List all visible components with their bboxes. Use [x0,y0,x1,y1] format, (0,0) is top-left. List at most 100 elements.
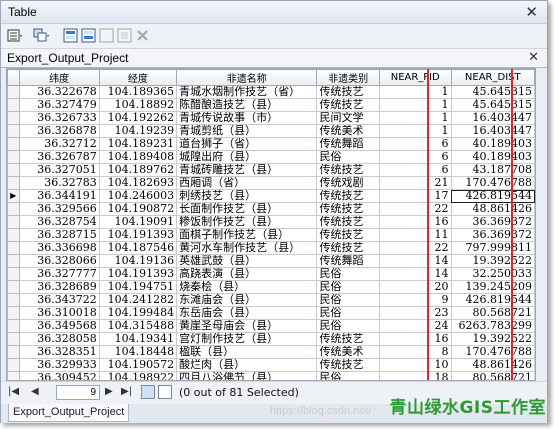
cell-near-dist[interactable]: 80.568721 [450,306,535,320]
cell-near-dist[interactable]: 426.819544 [450,293,535,307]
cell-lon[interactable]: 104.191393 [98,267,178,281]
cell-near-fid[interactable]: 16 [378,215,452,229]
clear-selection-icon[interactable] [99,28,115,43]
record-number-input[interactable] [56,385,100,400]
cell-near-dist[interactable]: 797.999811 [450,241,535,255]
row-selector[interactable] [7,202,20,216]
cell-name[interactable]: 烧秦桧（县） [176,280,318,294]
cell-near-dist[interactable]: 45.645315 [450,98,535,112]
cell-name[interactable]: 黄崖圣母庙会（县） [176,319,318,333]
cell-near-dist[interactable]: 16.403447 [450,111,535,125]
cell-category[interactable]: 传统技艺 [316,215,380,229]
cell-name[interactable]: 面棋子制作技艺（县） [176,228,318,242]
cell-lat[interactable]: 36.322678 [18,85,100,99]
first-record-button[interactable]: |◀ [8,386,19,397]
cell-lat[interactable]: 36.329933 [18,358,100,372]
cell-near-fid[interactable]: 10 [378,358,452,372]
bottom-table-tab[interactable]: Export_Output_Project [8,404,130,422]
cell-lon[interactable]: 104.18892 [98,98,178,112]
table-row[interactable]: 36.32783 104.182693 西厢调（省） 传统戏剧 21 170.476788 [7,176,535,190]
cell-category[interactable]: 民俗 [316,267,380,281]
row-selector[interactable] [7,280,20,294]
table-tab-label[interactable]: Export_Output_Project [7,51,128,65]
show-selected-records-button[interactable] [158,385,172,399]
row-selector[interactable] [7,137,20,151]
cell-category[interactable]: 传统舞蹈 [316,254,380,268]
cell-lon[interactable]: 104.189408 [98,150,178,164]
cell-near-dist[interactable]: 36.369372 [450,215,535,229]
cell-lat[interactable]: 36.310018 [18,306,100,320]
cell-category[interactable]: 传统美术 [316,345,380,359]
cell-category[interactable]: 民俗 [316,319,380,333]
cell-lon[interactable]: 104.189365 [98,85,178,99]
row-selector[interactable] [7,332,20,346]
cell-category[interactable]: 民俗 [316,371,380,380]
column-header-name[interactable]: 非遗名称 [176,69,318,86]
row-selector[interactable] [7,267,20,281]
cell-category[interactable]: 民俗 [316,293,380,307]
cell-near-fid[interactable]: 6 [378,150,452,164]
cell-name[interactable]: 东岳庙会（县） [176,306,318,320]
row-selector[interactable] [7,228,20,242]
cell-name[interactable]: 宫灯制作技艺（县） [176,332,318,346]
cell-category[interactable]: 传统舞蹈 [316,137,380,151]
cell-name[interactable]: 刺绣技艺（县） [176,189,318,203]
related-tables-icon[interactable] [33,28,49,43]
table-row[interactable]: 36.343722 104.241282 东滩庙会（县） 民俗 9 426.819544 [7,293,535,307]
row-selector-header[interactable] [7,69,20,86]
cell-lon[interactable]: 104.19239 [98,124,178,138]
cell-near-fid[interactable]: 6 [378,137,452,151]
cell-near-dist[interactable]: 36.369372 [450,228,535,242]
table-row[interactable]: 36.336698 104.187546 黄河水车制作技艺（县） 传统技艺 22 797.… [7,241,535,255]
row-selector[interactable] [7,319,20,333]
cell-category[interactable]: 传统技艺 [316,241,380,255]
cell-lon[interactable]: 104.182693 [98,176,178,190]
row-selector[interactable] [7,98,20,112]
cell-category[interactable]: 传统技艺 [316,202,380,216]
cell-lon[interactable]: 104.189231 [98,137,178,151]
cell-lat[interactable]: 36.32712 [18,137,100,151]
table-row[interactable]: 36.322678 104.189365 青城水烟制作技艺（省） 传统技艺 1 45.64… [7,85,535,99]
table-row[interactable]: 36.329566 104.190872 长面制作技艺（县） 传统技艺 22 48.861… [7,202,535,216]
table-row[interactable]: 36.328689 104.194751 烧秦桧（县） 民俗 20 139.245209 [7,280,535,294]
cell-category[interactable]: 民俗 [316,280,380,294]
cell-category[interactable]: 民间文学 [316,111,380,125]
delete-selected-icon[interactable] [135,28,151,43]
cell-name[interactable]: 糁饭制作技艺（县） [176,215,318,229]
row-selector[interactable] [7,176,20,190]
row-selector[interactable] [7,150,20,164]
table-row[interactable]: 36.326878 104.19239 青城剪纸（县） 传统美术 1 16.403447 [7,124,535,138]
cell-lon[interactable]: 104.191393 [98,228,178,242]
row-selector[interactable] [7,293,20,307]
table-row[interactable]: 36.328066 104.19136 英雄武鼓（县） 传统舞蹈 14 19.392522 [7,254,535,268]
cell-near-dist[interactable]: 43.187708 [450,163,535,177]
table-row[interactable]: 36.328715 104.191393 面棋子制作技艺（县） 传统技艺 11 36.36… [7,228,535,242]
cell-near-dist[interactable]: 45.645315 [450,85,535,99]
cell-near-fid[interactable]: 1 [378,124,452,138]
cell-lat[interactable]: 36.326878 [18,124,100,138]
cell-lat[interactable]: 36.326787 [18,150,100,164]
table-row[interactable]: 36.328754 104.19091 糁饭制作技艺（县） 传统技艺 16 36.3693… [7,215,535,229]
cell-name[interactable]: 青城砖雕技艺（县） [176,163,318,177]
cell-near-fid[interactable]: 8 [378,345,452,359]
cell-name[interactable]: 黄河水车制作技艺（县） [176,241,318,255]
cell-name[interactable]: 酸烂肉（县） [176,358,318,372]
cell-near-fid[interactable]: 1 [378,85,452,99]
row-selector[interactable] [7,85,20,99]
cell-near-fid[interactable]: 9 [378,293,452,307]
cell-near-fid[interactable]: 21 [378,176,452,190]
cell-near-fid[interactable]: 1 [378,98,452,112]
table-row[interactable]: 36.349568 104.315488 黄崖圣母庙会（县） 民俗 24 6263.783… [7,319,535,333]
cell-near-dist[interactable]: 170.476788 [450,345,535,359]
cell-near-fid[interactable]: 14 [378,254,452,268]
cell-near-dist[interactable]: 139.245209 [450,280,535,294]
cell-lat[interactable]: 36.328754 [18,215,100,229]
cell-category[interactable]: 传统美术 [316,124,380,138]
cell-near-dist[interactable]: 40.189403 [450,137,535,151]
cell-near-dist[interactable]: 40.189403 [450,150,535,164]
row-selector[interactable] [7,254,20,268]
cell-name[interactable]: 青城剪纸（县） [176,124,318,138]
table-row[interactable]: 36.327051 104.189762 青城砖雕技艺（县） 传统技艺 6 43.1877… [7,163,535,177]
column-header-lon[interactable]: 经度 [98,69,178,86]
table-row[interactable]: ▶ 36.344191 104.246003 刺绣技艺（县） 传统技艺 17 426.819… [7,189,535,203]
